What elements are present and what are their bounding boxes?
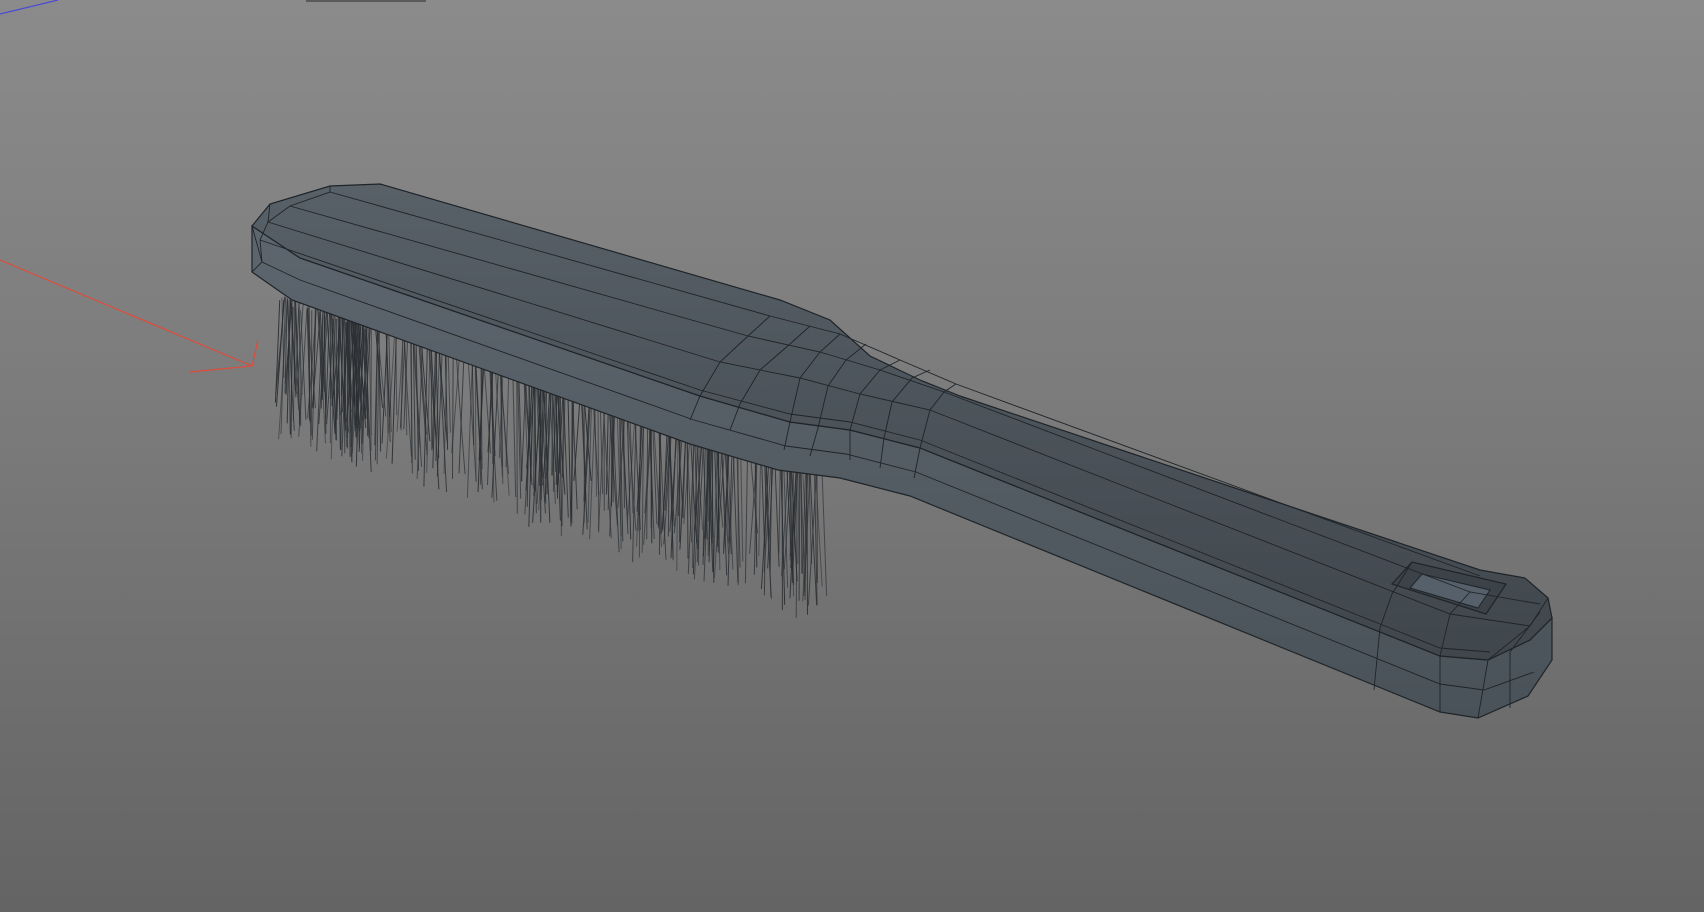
- brush-object[interactable]: [251, 183, 1553, 719]
- bristle-strand: [516, 370, 518, 514]
- viewport-canvas[interactable]: [0, 0, 1704, 912]
- z-axis-line: [0, 0, 59, 15]
- bristle-strand: [447, 345, 451, 433]
- bristle-strand: [455, 356, 466, 475]
- bristle-strand: [466, 357, 473, 498]
- bristle-strand: [816, 462, 818, 584]
- bristle-strand: [597, 393, 600, 533]
- bristle-strand: [589, 392, 597, 540]
- viewport-3d[interactable]: [0, 0, 1704, 912]
- x-axis-line: [0, 259, 253, 367]
- viewport-top-edge: [306, 0, 426, 2]
- bristle-strand: [821, 460, 828, 596]
- bristle-strand: [310, 310, 313, 436]
- bristle-strand: [452, 347, 454, 479]
- axis-gizmo: [0, 0, 259, 373]
- bristle-strand: [698, 431, 700, 566]
- bristle-strand: [676, 423, 679, 571]
- bristle-strand: [512, 374, 517, 498]
- bristle-strand: [349, 321, 352, 457]
